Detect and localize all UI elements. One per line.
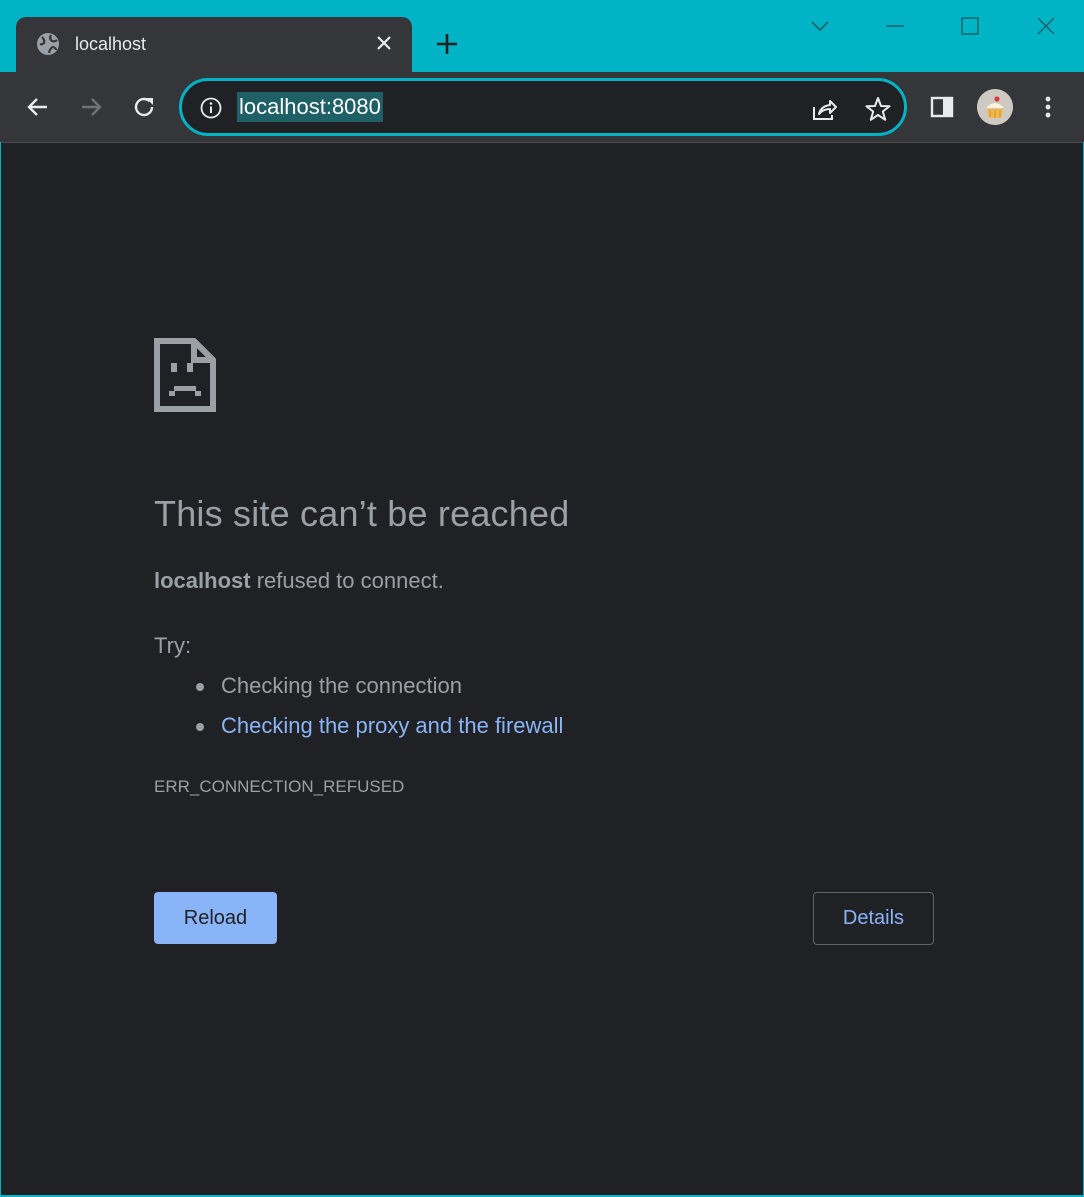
page-title: This site can’t be reached [154,493,570,534]
avatar[interactable] [977,89,1013,125]
url-text[interactable]: localhost:8080 [237,92,383,122]
title-bar: localhost [0,0,1084,72]
error-code: ERR_CONNECTION_REFUSED [154,777,405,796]
menu-icon[interactable] [1030,89,1066,125]
reload-icon[interactable] [126,89,162,125]
host-name: localhost [154,568,251,593]
share-icon[interactable] [810,95,838,123]
try-label: Try: [154,633,192,658]
star-icon[interactable] [864,95,892,123]
tab-localhost[interactable]: localhost [16,17,412,72]
side-panel-icon[interactable] [924,89,960,125]
new-tab-icon[interactable] [433,30,461,58]
tab-title: localhost [75,34,147,54]
info-icon[interactable] [200,97,222,119]
close-window-icon[interactable] [1026,10,1066,42]
details-button[interactable]: Details [813,892,934,945]
reload-button[interactable]: Reload [154,892,277,944]
error-message-text: refused to connect. [250,568,444,593]
browser-toolbar: localhost:8080 [0,72,1084,142]
maximize-icon[interactable] [950,10,990,42]
back-icon[interactable] [20,89,56,125]
suggestion-list: Checking the connection Checking the pro… [194,671,563,751]
address-bar[interactable]: localhost:8080 [179,78,907,136]
suggestion-check-connection: Checking the connection [194,671,563,711]
globe-icon [36,32,60,56]
suggestion-proxy-firewall-link[interactable]: Checking the proxy and the firewall [194,711,563,751]
tab-search-chevron-down-icon[interactable] [800,10,840,42]
sad-page-icon [154,338,216,412]
error-page: This site can’t be reached localhost ref… [1,142,1083,1195]
minimize-icon[interactable] [875,10,915,42]
error-message: localhost refused to connect. [154,568,444,594]
close-tab-icon[interactable] [371,30,397,56]
forward-icon[interactable] [73,89,109,125]
